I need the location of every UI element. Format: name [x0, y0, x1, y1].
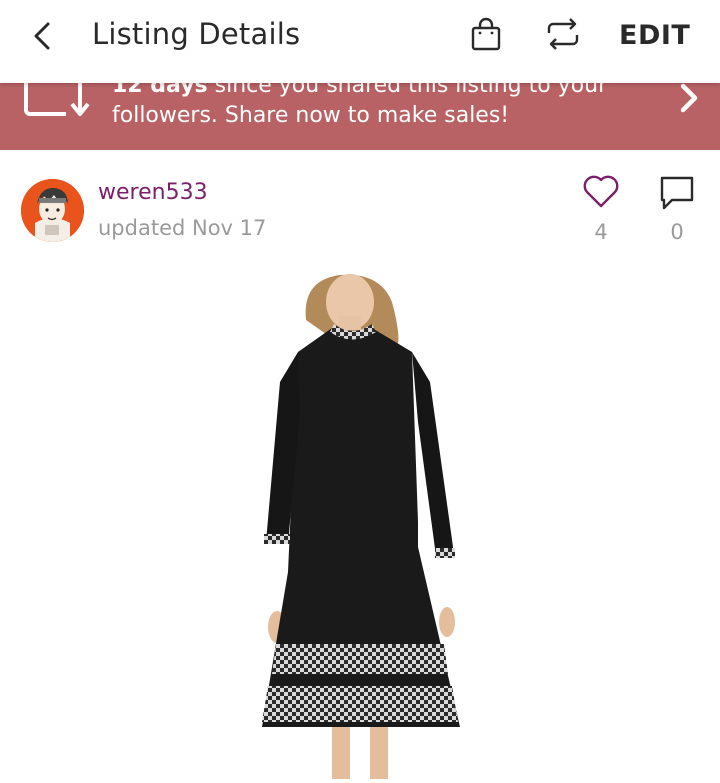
share-icon [547, 18, 579, 50]
updated-date: updated Nov 17 [98, 216, 267, 240]
back-button[interactable] [24, 16, 60, 56]
comment-count: 0 [670, 220, 684, 244]
comment-icon[interactable] [657, 173, 697, 213]
product-image[interactable] [240, 272, 480, 779]
share-button[interactable] [543, 14, 583, 54]
like-count: 4 [594, 220, 608, 244]
seller-username[interactable]: weren533 [98, 180, 208, 205]
dress-photo [262, 274, 460, 779]
shopping-bag-icon [471, 17, 501, 51]
top-navigation-bar: Listing Details EDIT [0, 0, 720, 83]
chevron-right-icon[interactable] [674, 80, 706, 116]
heart-icon[interactable] [581, 171, 621, 211]
avatar[interactable] [21, 179, 84, 242]
page-title: Listing Details [92, 17, 301, 51]
banner-line2: followers. Share now to make sales! [112, 103, 510, 128]
shopping-bag-button[interactable] [468, 17, 504, 53]
avatar-image [21, 179, 84, 242]
edit-button[interactable]: EDIT [619, 20, 690, 51]
back-arrow-icon [34, 22, 50, 50]
